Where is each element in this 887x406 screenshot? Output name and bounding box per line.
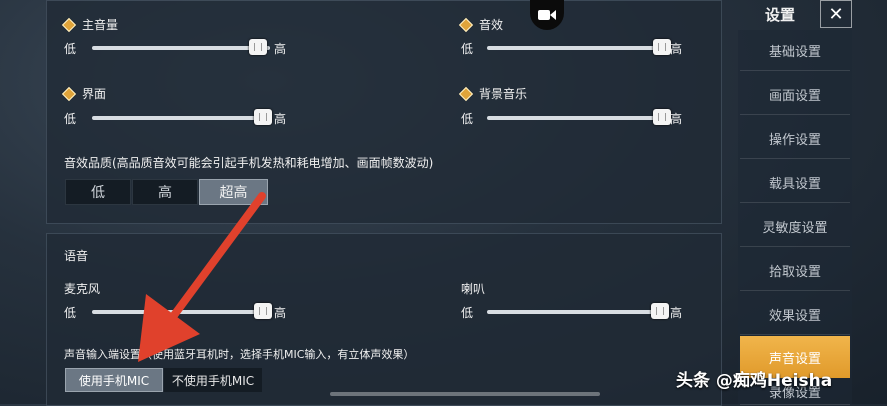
master-volume-label: 主音量: [61, 16, 118, 33]
sidebar-item-effects[interactable]: 效果设置: [740, 294, 850, 335]
sfx-track[interactable]: [487, 46, 667, 50]
speaker-label: 喇叭: [461, 282, 486, 296]
master-volume-high: 高: [274, 42, 287, 56]
bgm-label: 背景音乐: [458, 85, 527, 102]
bgm-track[interactable]: [487, 116, 667, 120]
quality-label: 音效品质(高品质音效可能会引起手机发热和耗电增加、画面帧数波动): [64, 156, 434, 170]
speaker-low: 低: [461, 306, 474, 320]
quality-option-high[interactable]: 高: [132, 179, 198, 205]
settings-title: 设置: [764, 5, 795, 24]
ui-volume-track[interactable]: [92, 116, 270, 120]
diamond-icon: [61, 86, 77, 101]
no-phone-mic-button[interactable]: 不使用手机MIC: [164, 368, 262, 392]
mic-low: 低: [64, 306, 77, 320]
mic-label: 麦克风: [64, 282, 101, 296]
master-volume-thumb[interactable]: [248, 39, 267, 55]
close-button[interactable]: ✕: [820, 0, 852, 28]
mic-high: 高: [274, 306, 287, 320]
ui-volume-low: 低: [64, 112, 77, 126]
diamond-icon: [458, 17, 474, 32]
sidebar-item-vehicle[interactable]: 载具设置: [740, 162, 850, 203]
diamond-icon: [458, 86, 474, 101]
speaker-track[interactable]: [487, 310, 667, 314]
master-volume-track[interactable]: [92, 46, 270, 50]
mic-thumb[interactable]: [253, 303, 272, 319]
quality-option-ultra[interactable]: 超高: [199, 179, 268, 205]
use-phone-mic-button[interactable]: 使用手机MIC: [65, 368, 163, 392]
sidebar-item-basic[interactable]: 基础设置: [740, 30, 850, 71]
sidebar-item-sensitivity[interactable]: 灵敏度设置: [740, 206, 850, 247]
sidebar-item-controls[interactable]: 操作设置: [740, 118, 850, 159]
home-indicator: [330, 392, 600, 396]
sidebar-item-graphics[interactable]: 画面设置: [740, 74, 850, 115]
master-volume-low: 低: [64, 42, 77, 56]
speaker-thumb[interactable]: [650, 303, 669, 319]
ui-volume-label: 界面: [61, 85, 106, 102]
watermark: 头条 @痴鸡Heisha: [676, 371, 833, 391]
sfx-thumb[interactable]: [652, 39, 671, 55]
close-icon: ✕: [828, 3, 844, 25]
sfx-low: 低: [461, 42, 474, 56]
bgm-low: 低: [461, 112, 474, 126]
bgm-high: 高: [670, 112, 683, 126]
ui-volume-thumb[interactable]: [253, 109, 272, 125]
voice-title: 语音: [64, 249, 89, 263]
diamond-icon: [61, 17, 77, 32]
ui-volume-high: 高: [274, 112, 287, 126]
quality-option-low[interactable]: 低: [65, 179, 131, 205]
input-setting-label: 声音输入端设置（使用蓝牙耳机时，选择手机MIC输入，有立体声效果）: [64, 348, 415, 361]
speaker-high: 高: [670, 306, 683, 320]
sfx-label: 音效: [458, 16, 503, 33]
sidebar-item-pickup[interactable]: 拾取设置: [740, 250, 850, 291]
bgm-thumb[interactable]: [652, 109, 671, 125]
mic-track[interactable]: [92, 310, 270, 314]
sfx-high: 高: [670, 42, 683, 56]
